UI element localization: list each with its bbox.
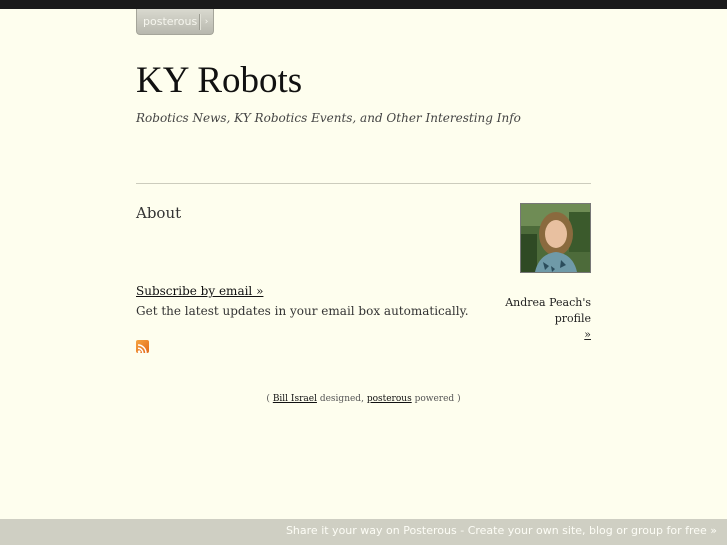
profile-link-label: Andrea Peach's profile: [505, 296, 591, 325]
top-bar: [0, 0, 727, 9]
designer-link[interactable]: Bill Israel: [273, 394, 317, 404]
posterous-menu-button[interactable]: posterous ›: [136, 9, 214, 35]
site-title[interactable]: KY Robots: [136, 59, 302, 103]
rss-feed-icon[interactable]: [136, 340, 149, 353]
profile-link[interactable]: Andrea Peach's profile »: [470, 295, 591, 343]
profile-arrow[interactable]: »: [470, 327, 591, 343]
profile-avatar[interactable]: [520, 203, 591, 273]
credits: ( Bill Israel designed, posterous powere…: [0, 394, 727, 404]
credits-open: (: [266, 394, 270, 404]
site-tagline: Robotics News, KY Robotics Events, and O…: [136, 111, 521, 125]
chevron-right-icon: ›: [204, 16, 209, 27]
credits-close: ): [457, 394, 461, 404]
header-divider: [136, 183, 591, 184]
credits-powered: powered: [414, 394, 455, 404]
footer-bar: Share it your way on Posterous - Create …: [0, 519, 727, 545]
posterous-link[interactable]: posterous: [367, 394, 412, 404]
subscribe-by-email-link[interactable]: Subscribe by email »: [136, 284, 263, 298]
footer-cta-link[interactable]: Share it your way on Posterous - Create …: [286, 524, 717, 537]
credits-designed: designed,: [319, 394, 364, 404]
about-heading: About: [136, 204, 182, 222]
subscribe-description: Get the latest updates in your email box…: [136, 304, 469, 318]
posterous-label: posterous: [143, 15, 198, 28]
